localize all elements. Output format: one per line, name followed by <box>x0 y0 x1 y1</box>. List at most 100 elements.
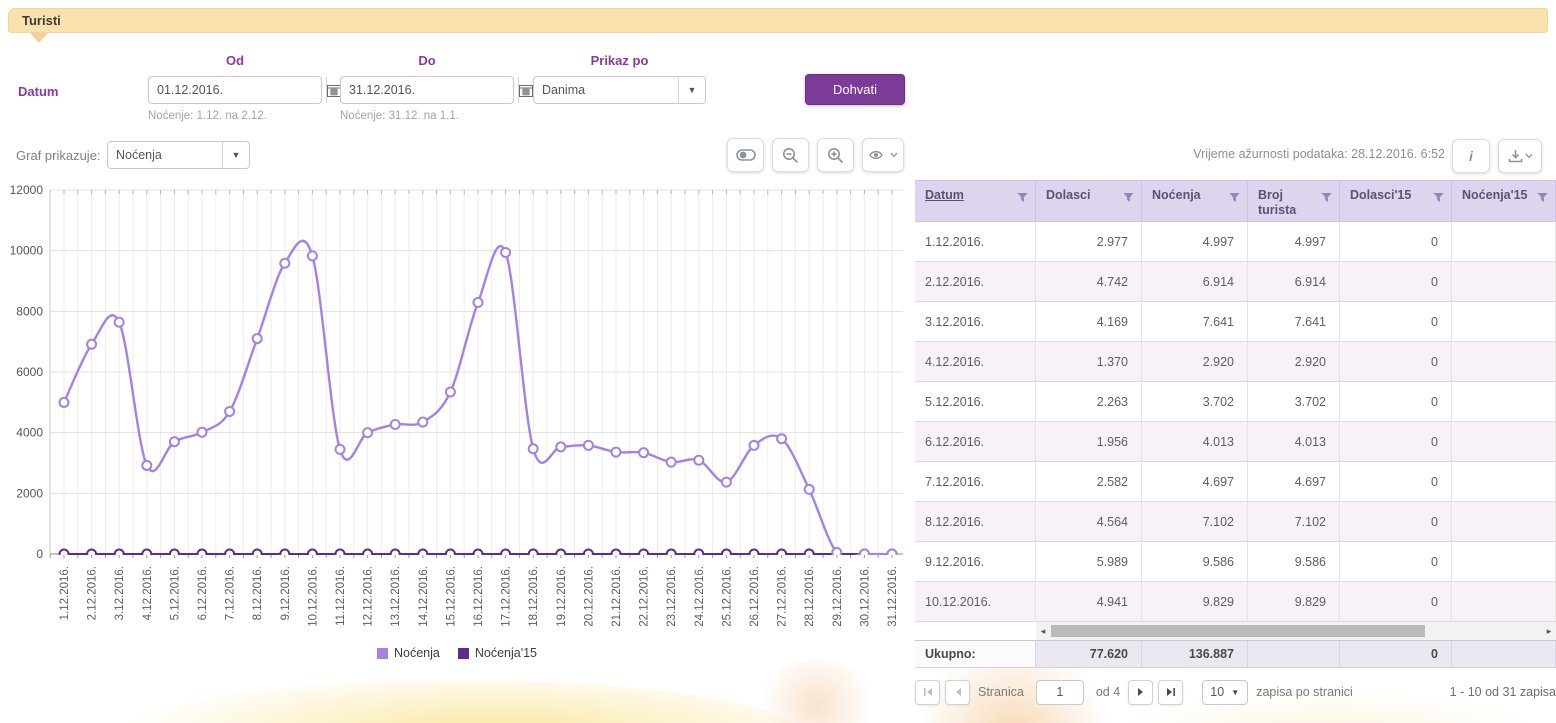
data-point[interactable] <box>556 442 565 451</box>
data-point[interactable] <box>142 461 151 470</box>
graf-series-select[interactable]: Noćenja ▼ <box>107 141 250 169</box>
date-to-input[interactable] <box>341 77 518 103</box>
data-point[interactable] <box>474 298 483 307</box>
table-row[interactable]: 1.12.2016.2.9774.9974.9970 <box>915 222 1556 262</box>
data-point[interactable] <box>529 444 538 453</box>
toggle-chart-button[interactable] <box>727 138 764 172</box>
first-page-button[interactable] <box>915 680 940 705</box>
column-header-6[interactable]: Noćenja'15 <box>1452 181 1556 221</box>
last-page-button[interactable] <box>1158 680 1183 705</box>
x-axis-tick-label: 4.12.2016. <box>142 566 154 620</box>
column-header-1[interactable]: Datum <box>915 181 1036 221</box>
column-header-5[interactable]: Dolasci'15 <box>1340 181 1452 221</box>
page-number-input[interactable] <box>1036 680 1084 705</box>
x-axis-tick-label: 18.12.2016. <box>528 566 540 627</box>
table-row[interactable]: 2.12.2016.4.7426.9146.9140 <box>915 262 1556 302</box>
totals-label: Ukupno: <box>915 641 1036 667</box>
data-point[interactable] <box>446 388 455 397</box>
filter-icon[interactable] <box>1321 192 1332 207</box>
data-point[interactable] <box>694 456 703 465</box>
data-point[interactable] <box>336 445 345 454</box>
data-point[interactable] <box>750 441 759 450</box>
x-axis-tick-label: 11.12.2016. <box>335 566 347 626</box>
data-grid: DatumDolasci Noćenja Broj turistaDolasci'1… <box>915 180 1556 668</box>
filter-icon[interactable] <box>1123 192 1134 207</box>
first-page-icon <box>922 687 934 697</box>
visibility-menu-button[interactable] <box>862 138 904 172</box>
table-cell <box>1452 502 1556 541</box>
column-header-2[interactable]: Dolasci <box>1036 181 1142 221</box>
table-row[interactable]: 10.12.2016.4.9419.8299.8290 <box>915 582 1556 622</box>
prikaz-po-select[interactable]: Danima ▼ <box>533 76 706 104</box>
totals-cell: 0 <box>1340 641 1452 667</box>
data-point[interactable] <box>805 485 814 494</box>
x-axis-tick-label: 28.12.2016. <box>804 566 816 627</box>
filter-icon[interactable] <box>1433 192 1444 207</box>
filter-icon[interactable] <box>1229 192 1240 207</box>
data-point[interactable] <box>777 434 786 443</box>
data-point[interactable] <box>225 407 234 416</box>
data-point[interactable] <box>418 418 427 427</box>
x-axis-tick-label: 19.12.2016. <box>556 566 568 627</box>
line-chart: 0200040006000800010000120001.12.2016.2.1… <box>6 182 908 642</box>
table-cell: 7.12.2016. <box>915 462 1036 501</box>
x-axis-tick-label: 25.12.2016. <box>721 566 733 627</box>
data-point[interactable] <box>308 251 317 260</box>
scrollbar-track[interactable]: ◂ ▸ <box>1036 622 1556 640</box>
data-point[interactable] <box>612 448 621 457</box>
x-axis-tick-label: 1.12.2016. <box>59 566 71 620</box>
column-header-4[interactable]: Broj turista <box>1248 181 1340 221</box>
x-axis-tick-label: 16.12.2016. <box>473 566 485 627</box>
filter-icon[interactable] <box>1017 192 1028 207</box>
column-header-3[interactable]: Noćenja <box>1142 181 1248 221</box>
data-point[interactable] <box>722 478 731 487</box>
zoom-in-button[interactable] <box>817 138 854 172</box>
scroll-left-icon[interactable]: ◂ <box>1036 626 1050 637</box>
data-point[interactable] <box>501 248 510 257</box>
table-row[interactable]: 4.12.2016.1.3702.9202.9200 <box>915 342 1556 382</box>
page-title-bar[interactable]: Turisti <box>8 8 1548 33</box>
data-point[interactable] <box>667 458 676 467</box>
data-point[interactable] <box>87 340 96 349</box>
x-axis-tick-label: 10.12.2016. <box>307 566 319 627</box>
table-cell: 0 <box>1340 582 1452 621</box>
table-row[interactable]: 8.12.2016.4.5647.1027.1020 <box>915 502 1556 542</box>
next-page-button[interactable] <box>1128 680 1153 705</box>
totals-cell <box>1452 641 1556 667</box>
calendar-icon[interactable] <box>326 77 341 103</box>
table-row[interactable]: 6.12.2016.1.9564.0134.0130 <box>915 422 1556 462</box>
table-row[interactable]: 5.12.2016.2.2633.7023.7020 <box>915 382 1556 422</box>
title-arrow <box>30 33 48 43</box>
data-point[interactable] <box>253 334 262 343</box>
calendar-icon[interactable] <box>518 77 533 103</box>
legend-item[interactable]: Noćenja'15 <box>458 646 537 660</box>
table-cell <box>1452 542 1556 581</box>
data-point[interactable] <box>584 441 593 450</box>
table-row[interactable]: 7.12.2016.2.5824.6974.6970 <box>915 462 1556 502</box>
scroll-right-icon[interactable]: ▸ <box>1542 626 1556 637</box>
data-point[interactable] <box>115 318 124 327</box>
dohvati-button[interactable]: Dohvati <box>805 74 905 105</box>
data-point[interactable] <box>198 428 207 437</box>
totals-cell: 77.620 <box>1036 641 1142 667</box>
column-header-label: Noćenja <box>1152 188 1201 202</box>
table-row[interactable]: 9.12.2016.5.9899.5869.5860 <box>915 542 1556 582</box>
filter-icon[interactable] <box>1537 192 1548 207</box>
download-button[interactable] <box>1498 139 1542 173</box>
data-point[interactable] <box>280 259 289 268</box>
data-point[interactable] <box>170 437 179 446</box>
previous-page-button[interactable] <box>945 680 970 705</box>
table-row[interactable]: 3.12.2016.4.1697.6417.6410 <box>915 302 1556 342</box>
info-button[interactable]: i <box>1452 139 1490 173</box>
data-point[interactable] <box>363 428 372 437</box>
zoom-out-button[interactable] <box>772 138 809 172</box>
data-point[interactable] <box>639 448 648 457</box>
table-cell: 9.586 <box>1248 542 1340 581</box>
scrollbar-thumb[interactable] <box>1051 625 1425 637</box>
page-size-select[interactable]: 10 ▼ <box>1202 680 1248 705</box>
data-point[interactable] <box>60 398 69 407</box>
legend-item[interactable]: Noćenja <box>377 646 440 660</box>
table-cell: 9.586 <box>1142 542 1248 581</box>
data-point[interactable] <box>391 420 400 429</box>
date-from-input[interactable] <box>149 77 326 103</box>
